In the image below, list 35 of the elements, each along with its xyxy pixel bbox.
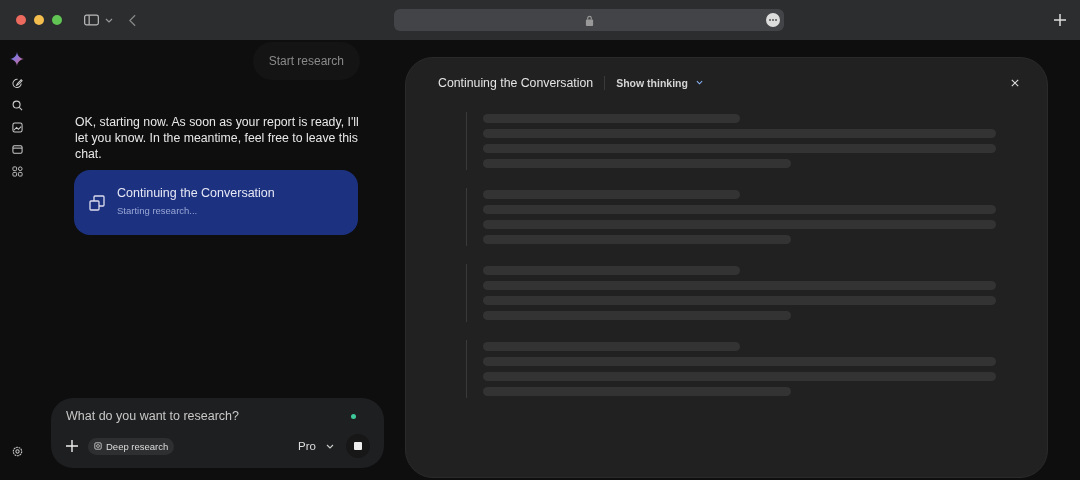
close-window-button[interactable] [16,15,26,25]
gallery-icon[interactable] [11,122,23,133]
close-icon[interactable] [1011,78,1019,87]
minimize-window-button[interactable] [34,15,44,25]
deep-research-chip[interactable]: Deep research [88,437,175,455]
research-icon [94,442,102,450]
assistant-message: OK, starting now. As soon as your report is ready, I'll let you know. In the meantime, feel free to leave this chat. [75,114,360,162]
zoom-window-button[interactable] [52,15,62,25]
start-research-button[interactable]: Start research [252,42,360,80]
status-dot-icon [351,413,356,419]
video-icon[interactable] [11,144,23,155]
show-thinking-toggle[interactable]: Show thinking [616,76,703,89]
edit-icon[interactable] [11,78,23,89]
stacked-windows-icon [89,194,105,211]
add-icon[interactable] [66,440,78,452]
lock-icon [584,14,594,26]
research-status: Starting research... [117,204,199,216]
apps-icon[interactable] [11,166,23,177]
back-icon[interactable] [129,13,136,27]
panel-title: Continuing the Conversation [438,75,594,90]
chevron-down-icon [326,443,334,449]
model-selector[interactable]: Pro [298,440,334,452]
sparkle-logo-icon[interactable] [10,52,24,66]
prompt-field[interactable]: What do you want to research? [66,408,351,424]
research-card[interactable]: Continuing the Conversation Starting research... [74,170,358,235]
new-tab-icon[interactable] [1054,14,1066,26]
chevron-down-icon [695,80,703,85]
address-bar[interactable] [394,9,784,31]
sidebar-toggle-icon[interactable] [84,14,99,26]
more-icon[interactable] [766,13,780,27]
settings-icon[interactable] [11,446,23,457]
chevron-down-icon[interactable] [105,17,113,23]
stop-button[interactable] [346,434,370,458]
research-title: Continuing the Conversation [117,185,275,200]
search-icon[interactable] [11,100,23,111]
